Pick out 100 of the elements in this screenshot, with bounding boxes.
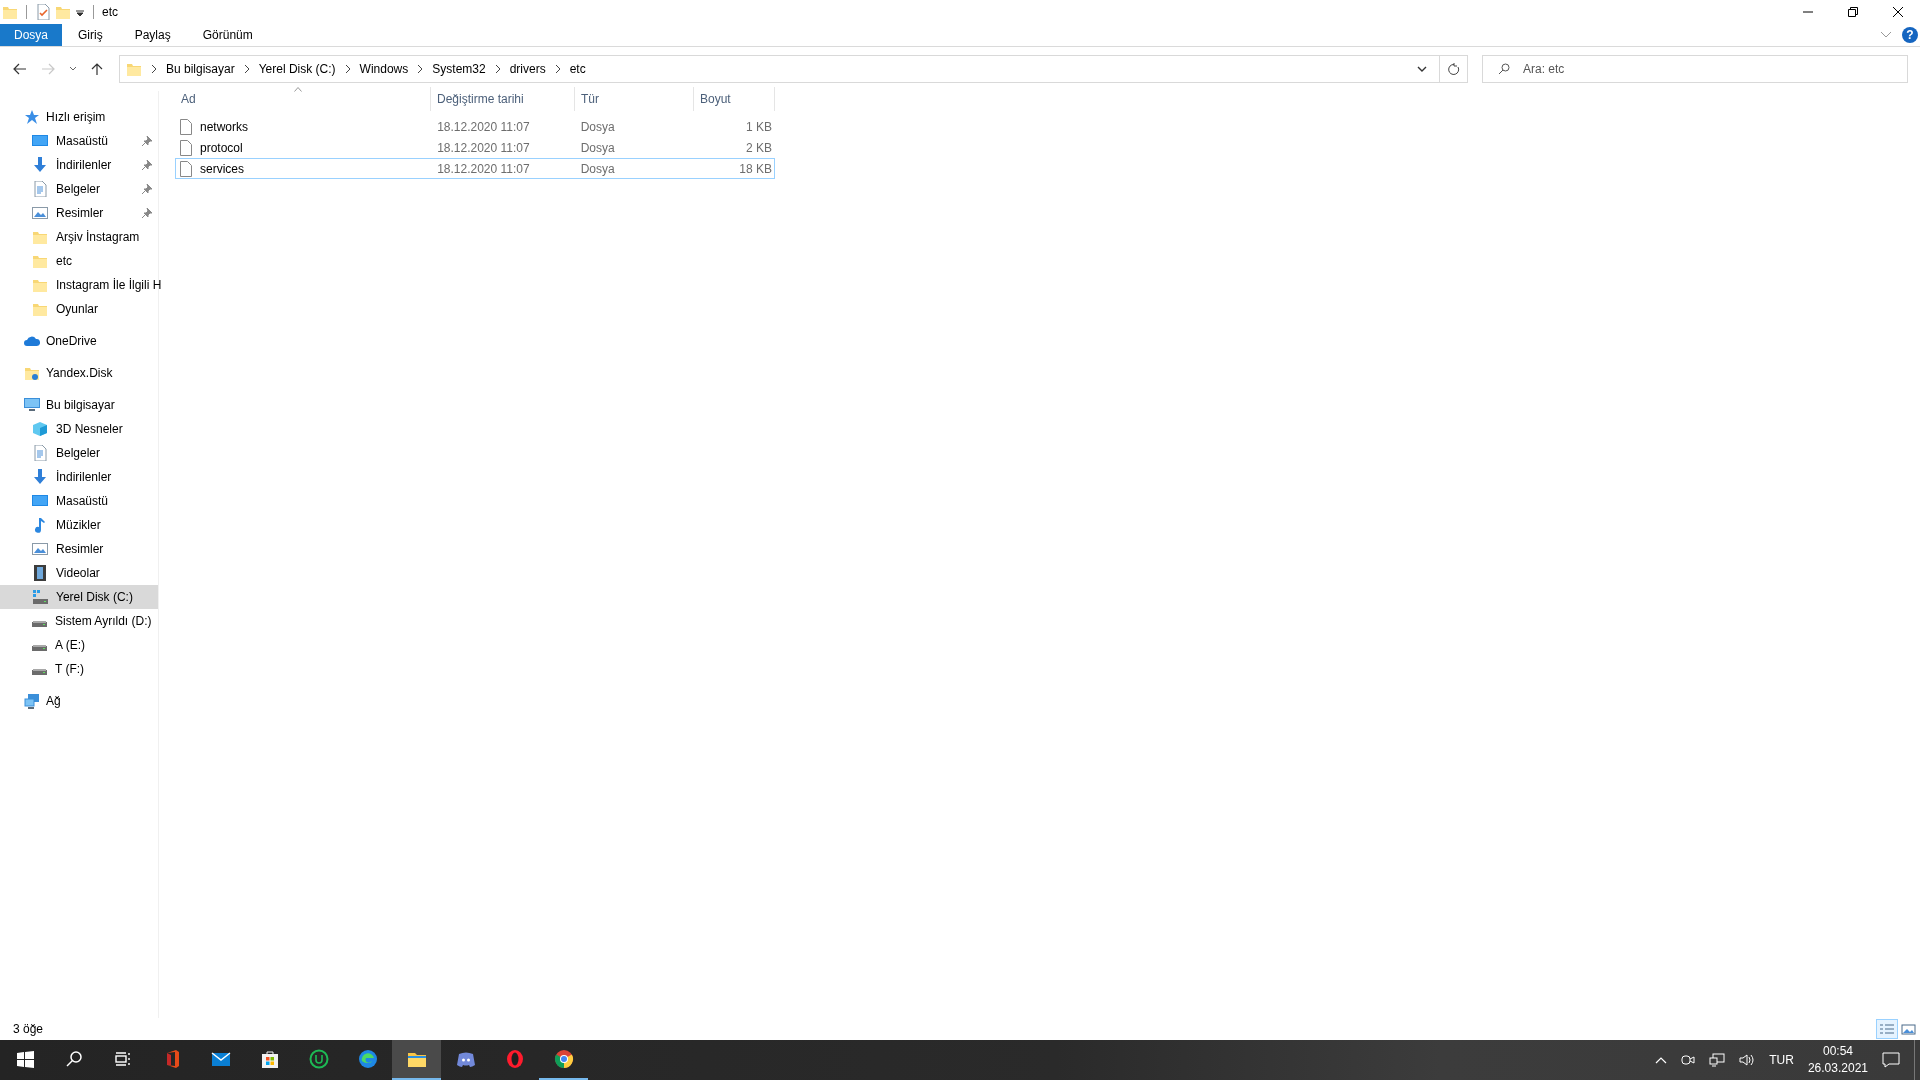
document-icon (32, 445, 48, 461)
breadcrumb[interactable]: Bu bilgisayar (166, 62, 235, 76)
sidebar-item[interactable]: Yerel Disk (C:) (0, 585, 158, 609)
volume-icon[interactable] (1739, 1053, 1756, 1067)
properties-icon[interactable] (35, 4, 51, 20)
sidebar-item[interactable]: Resimler (0, 537, 158, 561)
chevron-icon (243, 65, 250, 73)
ribbon-tab[interactable]: Görünüm (186, 24, 269, 46)
star-icon (24, 109, 40, 125)
network-icon[interactable] (1709, 1053, 1726, 1067)
file-row[interactable]: services 18.12.2020 11:07 Dosya 18 KB (175, 158, 775, 179)
search-field[interactable]: Ara: etc (1482, 55, 1908, 83)
camera-icon[interactable] (1681, 1053, 1696, 1067)
table-cell-text: 1 KB (745, 118, 773, 136)
ribbon-tab[interactable]: Giriş (62, 24, 119, 46)
back-icon[interactable] (13, 63, 27, 75)
monitor-icon (32, 493, 48, 509)
column-header[interactable]: Boyut (694, 87, 775, 111)
file-name: protocol (200, 140, 243, 155)
sidebar-item[interactable]: Müzikler (0, 513, 158, 537)
windows-logo-icon (14, 1049, 35, 1069)
expand-ribbon-icon[interactable] (1880, 31, 1892, 39)
breadcrumb[interactable]: drivers (509, 62, 546, 76)
column-header[interactable]: Tür (575, 87, 694, 111)
sidebar-item[interactable]: 3D Nesneler (0, 417, 158, 441)
drive-icon (32, 668, 47, 675)
film-icon (32, 565, 48, 581)
dropdown-icon[interactable] (1417, 66, 1427, 72)
cube-icon (32, 421, 48, 437)
sidebar-item[interactable]: Sistem Ayrıldı (D:) (0, 609, 158, 633)
column-header[interactable]: Değiştirme tarihi (431, 87, 575, 111)
file-row[interactable]: protocol 18.12.2020 11:07 Dosya 2 KB (175, 137, 775, 158)
restore-icon (1847, 7, 1858, 17)
item-count: 3 öğe (13, 1022, 44, 1036)
clock-time[interactable]: 00:54 (1822, 1043, 1853, 1060)
breadcrumb[interactable]: Windows (359, 62, 409, 76)
sidebar-item[interactable]: Oyunlar (0, 297, 158, 321)
folder-icon (32, 301, 48, 317)
browser-icon (553, 1049, 574, 1069)
envelope-icon (210, 1049, 231, 1069)
recent-icon[interactable] (69, 66, 77, 72)
sidebar-item[interactable]: Resimler (0, 201, 158, 225)
large-icons-view-icon (1900, 1022, 1918, 1036)
sidebar-item[interactable]: Bu bilgisayar (0, 393, 158, 417)
edge-icon (357, 1049, 378, 1069)
sidebar-item[interactable]: İndirilenler (0, 465, 158, 489)
shopping-bag-icon (259, 1049, 280, 1069)
sidebar-item[interactable]: Arşiv İnstagram (0, 225, 158, 249)
sidebar-item[interactable]: Masaüstü (0, 129, 158, 153)
sidebar-item[interactable]: Yandex.Disk (0, 361, 158, 385)
document-icon (32, 181, 48, 197)
sidebar-item[interactable]: Masaüstü (0, 489, 158, 513)
column-header[interactable]: Ad (175, 87, 431, 111)
computer-icon (24, 397, 40, 413)
breadcrumb[interactable]: etc (569, 62, 586, 76)
table-cell-text: 2 KB (745, 139, 773, 157)
sidebar-item[interactable]: Ağ (0, 689, 158, 713)
chevron-icon (554, 65, 561, 73)
taskbar-button[interactable] (392, 1040, 441, 1080)
table-cell-text: Dosya (579, 118, 616, 136)
sidebar-item[interactable]: İndirilenler (0, 153, 158, 177)
language-indicator[interactable]: TUR (1769, 1053, 1794, 1067)
up-icon[interactable] (91, 62, 103, 76)
table-cell-text: Dosya (579, 139, 616, 157)
table-cell-text: 18.12.2020 11:07 (436, 118, 531, 136)
chevron-icon (344, 65, 351, 73)
table-cell-text: 18.12.2020 11:07 (436, 139, 531, 157)
table-cell-text: Dosya (579, 160, 616, 178)
folder-icon (24, 365, 40, 381)
refresh-button[interactable] (1440, 55, 1468, 83)
drive-icon (32, 620, 47, 627)
sidebar-item[interactable]: Belgeler (0, 177, 158, 201)
folder-icon (2, 4, 18, 20)
notification-icon[interactable] (1882, 1052, 1900, 1068)
search-icon (1498, 63, 1510, 75)
sidebar-item[interactable]: Hızlı erişim (0, 105, 158, 129)
breadcrumb[interactable]: System32 (432, 62, 486, 76)
file-row[interactable]: networks 18.12.2020 11:07 Dosya 1 KB (175, 116, 775, 137)
file-icon (180, 118, 192, 135)
sidebar-item[interactable]: T (F:) (0, 657, 158, 681)
breadcrumb[interactable]: Yerel Disk (C:) (258, 62, 336, 76)
sidebar-item[interactable]: A (E:) (0, 633, 158, 657)
ring-icon (504, 1049, 525, 1069)
chevron-up-icon[interactable] (1655, 1056, 1668, 1064)
sidebar-item[interactable]: etc (0, 249, 158, 273)
file-name: networks (200, 119, 249, 134)
music-note-icon (32, 517, 48, 533)
address-bar[interactable]: Bu bilgisayar Yerel Disk (C:) Windows System32 drivers etc (119, 55, 1440, 83)
close-icon (1892, 7, 1903, 17)
file-icon (180, 139, 192, 156)
sidebar-item[interactable]: Belgeler (0, 441, 158, 465)
help-button[interactable]: ? (1902, 27, 1918, 43)
clock-date[interactable]: 26.03.2021 (1807, 1060, 1868, 1077)
ribbon-tab[interactable]: Paylaş (118, 24, 187, 46)
file-tab[interactable]: Dosya (0, 24, 62, 46)
sidebar-item[interactable]: Videolar (0, 561, 158, 585)
sidebar-item[interactable]: OneDrive (0, 329, 158, 353)
app-logo-icon (308, 1049, 329, 1069)
table-cell-text: 18 KB (738, 160, 773, 178)
file-icon (180, 160, 192, 177)
